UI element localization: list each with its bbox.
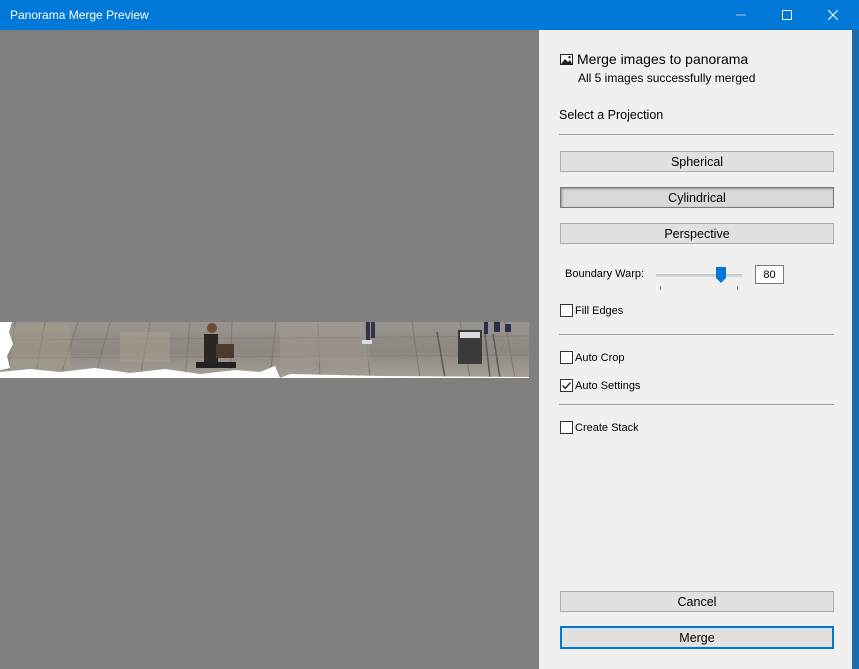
fill-edges-label: Fill Edges <box>575 304 624 317</box>
divider <box>559 404 834 405</box>
panel-title: Merge images to panorama <box>577 51 749 67</box>
minimize-button[interactable] <box>718 0 764 30</box>
maximize-icon <box>782 10 792 20</box>
cylindrical-button[interactable]: Cylindrical <box>560 187 834 208</box>
auto-settings-label: Auto Settings <box>575 379 641 392</box>
boundary-warp-label: Boundary Warp: <box>565 268 645 280</box>
maximize-button[interactable] <box>764 0 810 30</box>
checkmark-icon <box>562 382 572 390</box>
slider-thumb[interactable] <box>716 267 726 283</box>
create-stack-option[interactable]: Create Stack <box>560 421 639 434</box>
background-window-edge <box>852 30 859 669</box>
fill-edges-option[interactable]: Fill Edges <box>560 304 623 317</box>
boundary-warp-value-field[interactable]: 80 <box>755 265 784 284</box>
boundary-warp-slider[interactable] <box>656 266 744 290</box>
auto-crop-label: Auto Crop <box>575 351 625 364</box>
title-bar: Panorama Merge Preview <box>0 0 859 30</box>
divider <box>559 334 834 335</box>
panorama-preview-image <box>0 322 529 378</box>
auto-settings-checkbox[interactable] <box>560 379 573 392</box>
close-button[interactable] <box>810 0 856 30</box>
spherical-button[interactable]: Spherical <box>560 151 834 172</box>
slider-track[interactable] <box>656 274 742 277</box>
merge-status: All 5 images successfully merged <box>578 71 756 85</box>
close-icon <box>828 10 838 20</box>
create-stack-checkbox[interactable] <box>560 421 573 434</box>
fill-edges-checkbox[interactable] <box>560 304 573 317</box>
merge-button[interactable]: Merge <box>560 626 834 649</box>
settings-panel: Merge images to panorama All 5 images su… <box>539 30 852 669</box>
slider-tick <box>737 286 738 290</box>
panorama-preview-area <box>0 30 539 669</box>
divider <box>559 134 834 135</box>
auto-crop-option[interactable]: Auto Crop <box>560 351 625 364</box>
window-title: Panorama Merge Preview <box>10 8 149 22</box>
auto-settings-option[interactable]: Auto Settings <box>560 379 640 392</box>
create-stack-label: Create Stack <box>575 421 639 434</box>
perspective-button[interactable]: Perspective <box>560 223 834 244</box>
auto-crop-checkbox[interactable] <box>560 351 573 364</box>
panorama-icon <box>560 54 573 65</box>
minimize-icon <box>736 14 746 16</box>
projection-label: Select a Projection <box>559 108 664 122</box>
slider-tick <box>660 286 661 290</box>
cancel-button[interactable]: Cancel <box>560 591 834 612</box>
